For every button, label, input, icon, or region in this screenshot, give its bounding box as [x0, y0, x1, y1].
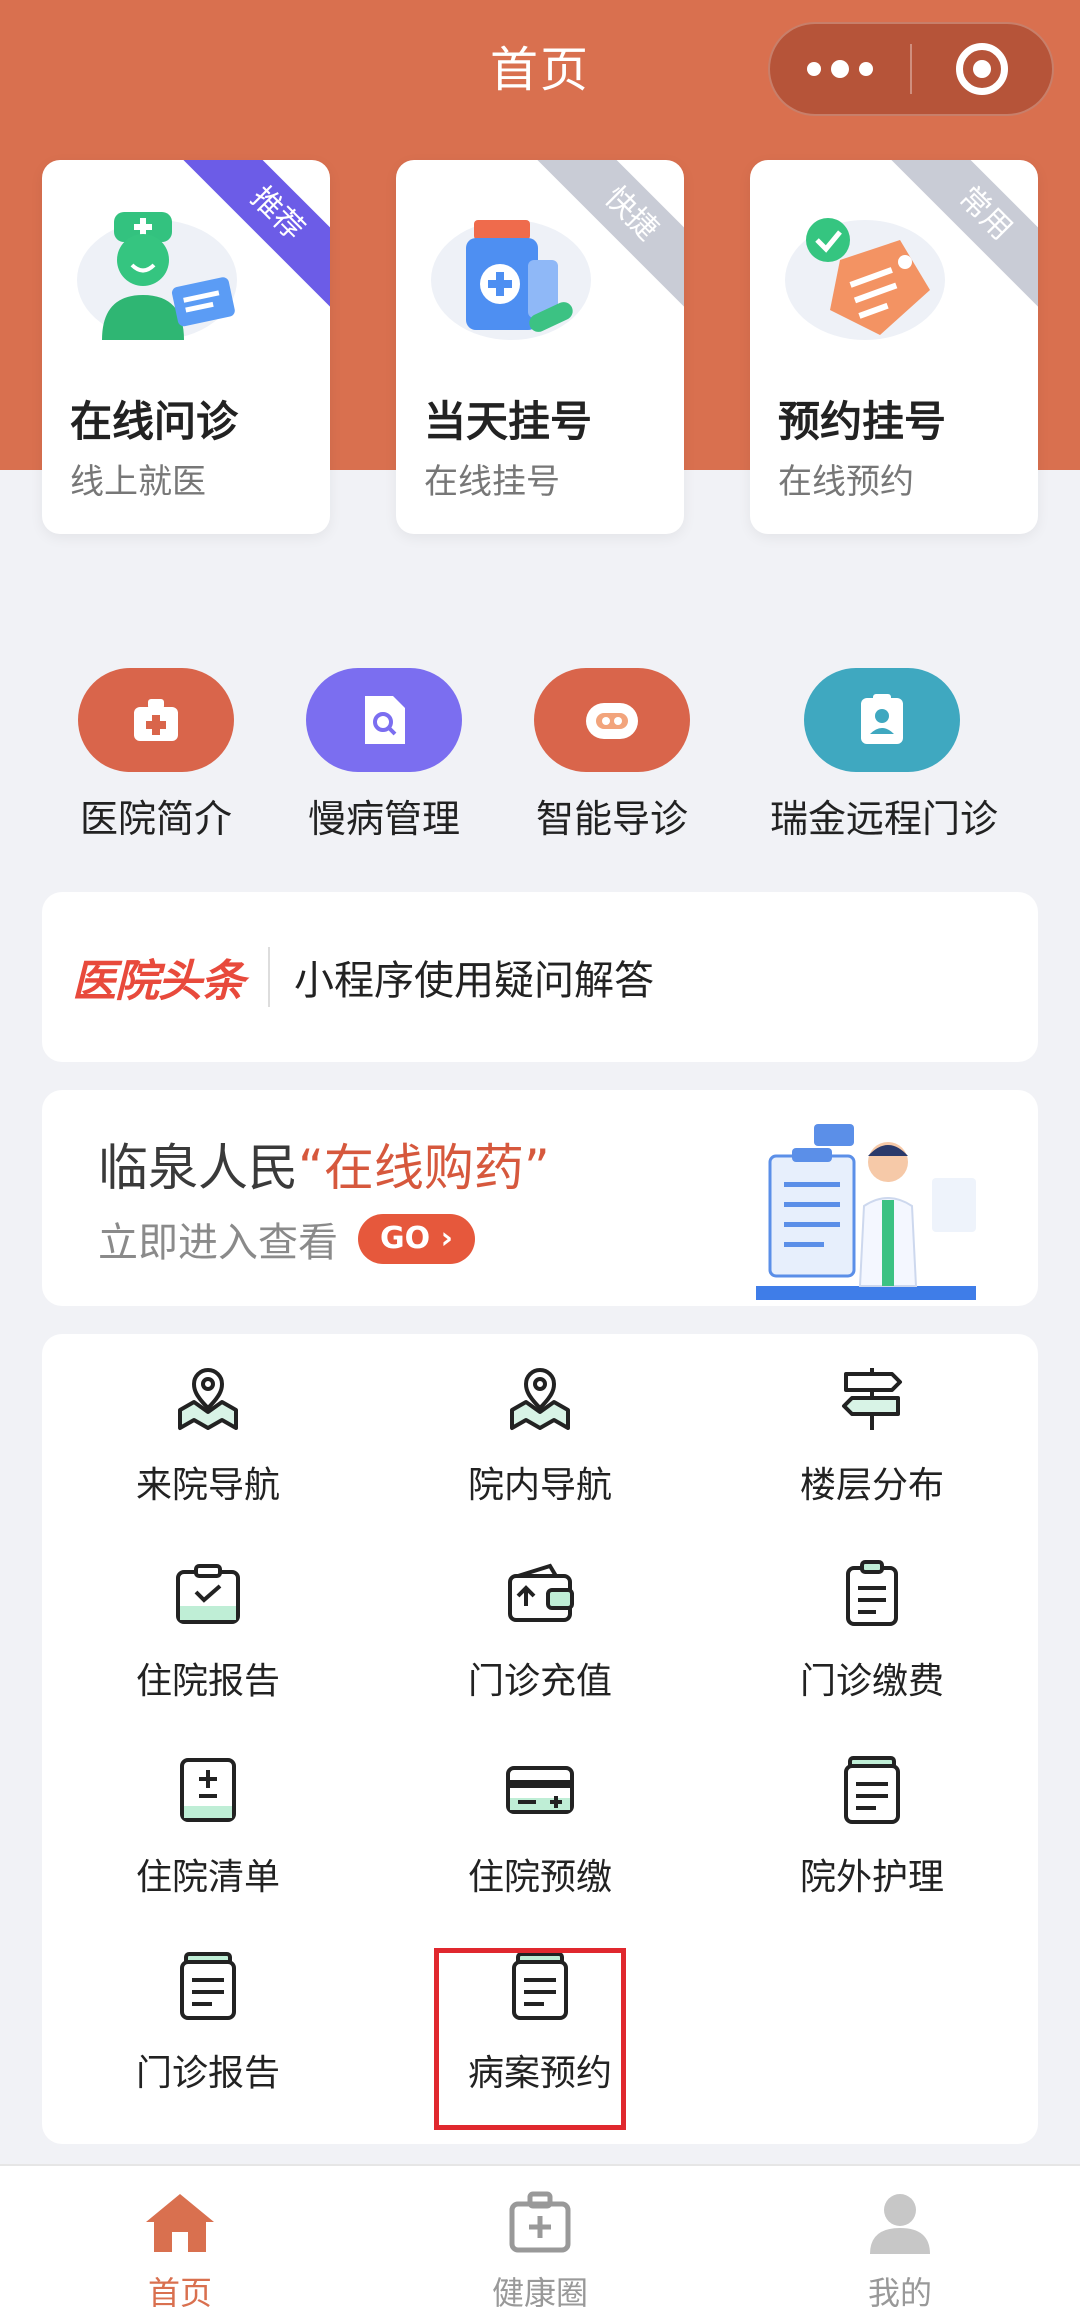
shortcut-smart-guide[interactable]: 智能导诊: [502, 668, 722, 843]
doctor-clipboard-illustration-icon: [756, 1124, 976, 1300]
card-title: 预约挂号: [778, 397, 947, 446]
medical-kit-icon: [509, 2191, 571, 2253]
highlight-box: [434, 1948, 626, 2130]
grid-item-outpatient-report[interactable]: 门诊报告: [42, 1922, 374, 2112]
grid-item-label: 门诊报告: [135, 2053, 280, 2094]
card-subtitle: 线上就医: [70, 462, 206, 502]
shortcut-label: 瑞金远程门诊: [770, 797, 999, 841]
tab-label: 我的: [867, 2274, 932, 2312]
banner-title: 临泉人民“在线购药”: [98, 1128, 550, 1200]
grid-item-outpatient-topup[interactable]: 门诊充值: [374, 1530, 706, 1720]
card-subtitle: 在线挂号: [424, 462, 560, 502]
plus-minus-doc-icon: [180, 1758, 236, 1822]
card-title: 在线问诊: [70, 397, 239, 446]
news-bar[interactable]: 医院头条 小程序使用疑问解答: [42, 892, 1038, 1062]
grid-item-label: 住院清单: [135, 1857, 280, 1898]
card-subtitle: 在线预约: [778, 462, 914, 502]
grid-item-label: 住院报告: [135, 1661, 280, 1702]
target-icon: [955, 43, 1008, 95]
home-icon: [146, 2194, 214, 2252]
shortcut-label: 慢病管理: [307, 797, 460, 841]
id-card-icon: [804, 668, 960, 772]
card-title: 当天挂号: [424, 397, 593, 446]
map-pin-icon: [178, 1368, 238, 1430]
grid-item-label: 门诊充值: [467, 1661, 612, 1702]
shortcut-label: 医院简介: [79, 797, 232, 841]
clipboard-icon: [846, 1560, 898, 1626]
banner-subtitle: 立即进入查看 GO ›: [98, 1210, 475, 1268]
online-pharmacy-banner[interactable]: 临泉人民“在线购药” 立即进入查看 GO ›: [42, 1090, 1038, 1306]
grid-item-outpatient-payment[interactable]: 门诊缴费: [706, 1530, 1038, 1720]
banner-title-prefix: 临泉人民: [98, 1139, 298, 1197]
grid-item-label: 门诊缴费: [799, 1661, 944, 1702]
grid-item-inpatient-list[interactable]: 住院清单: [42, 1726, 374, 1916]
grid-item-label: 来院导航: [135, 1465, 280, 1506]
grid-item-floor-distribution[interactable]: 楼层分布: [706, 1334, 1038, 1524]
card-appointment-register[interactable]: 常用 预约挂号 在线预约: [750, 160, 1038, 534]
news-text: 小程序使用疑问解答: [294, 958, 654, 1004]
go-button[interactable]: GO ›: [358, 1214, 475, 1264]
news-logo: 医院头条: [72, 956, 245, 1007]
card-icon: [506, 1766, 574, 1814]
tag-check-icon: [785, 218, 945, 340]
shortcut-label: 智能导诊: [535, 797, 688, 841]
hospital-icon: [78, 668, 234, 772]
card-online-consult[interactable]: 推荐 在线问诊 线上就医: [42, 160, 330, 534]
tab-home[interactable]: 首页: [0, 2166, 360, 2314]
shortcut-chronic-disease[interactable]: 慢病管理: [274, 668, 494, 843]
grid-item-hospital-navigation[interactable]: 来院导航: [42, 1334, 374, 1524]
grid-item-inpatient-prepay[interactable]: 住院预缴: [374, 1726, 706, 1916]
robot-icon: [534, 668, 690, 772]
grid-item-label: 住院预缴: [467, 1857, 612, 1898]
grid-item-inpatient-report[interactable]: 住院报告: [42, 1530, 374, 1720]
grid-item-indoor-navigation[interactable]: 院内导航: [374, 1334, 706, 1524]
check-tray-icon: [176, 1564, 240, 1624]
search-document-icon: [306, 668, 462, 772]
tab-mine[interactable]: 我的: [720, 2166, 1080, 2314]
shortcut-remote-clinic[interactable]: 瑞金远程门诊: [770, 668, 999, 843]
wallet-icon: [508, 1563, 574, 1622]
grid-item-label: 院内导航: [467, 1465, 612, 1506]
mini-program-capsule: [768, 22, 1054, 116]
signpost-icon: [842, 1368, 902, 1430]
news-divider: [268, 947, 270, 1007]
bottom-tab-bar: 首页 健康圈 我的: [0, 2164, 1080, 2314]
banner-title-highlight: “在线购药”: [298, 1139, 550, 1197]
doctor-illustration-icon: [77, 212, 237, 340]
grid-item-label: 楼层分布: [799, 1465, 944, 1506]
map-pin-icon: [510, 1368, 570, 1430]
user-icon: [870, 2194, 930, 2254]
document-icon: [844, 1756, 900, 1824]
more-button[interactable]: [770, 24, 910, 114]
document-icon: [180, 1952, 236, 2020]
shortcut-hospital-intro[interactable]: 医院简介: [46, 668, 266, 843]
card-same-day-register[interactable]: 快捷 当天挂号 在线挂号: [396, 160, 684, 534]
tab-health-circle[interactable]: 健康圈: [360, 2166, 720, 2314]
tab-label: 健康圈: [491, 2274, 588, 2312]
banner-subtitle-text: 立即进入查看: [98, 1220, 338, 1266]
tab-label: 首页: [147, 2274, 212, 2312]
medicine-bottle-icon: [431, 220, 591, 340]
close-button[interactable]: [912, 24, 1052, 114]
grid-item-label: 院外护理: [799, 1857, 944, 1898]
grid-item-outside-care[interactable]: 院外护理: [706, 1726, 1038, 1916]
